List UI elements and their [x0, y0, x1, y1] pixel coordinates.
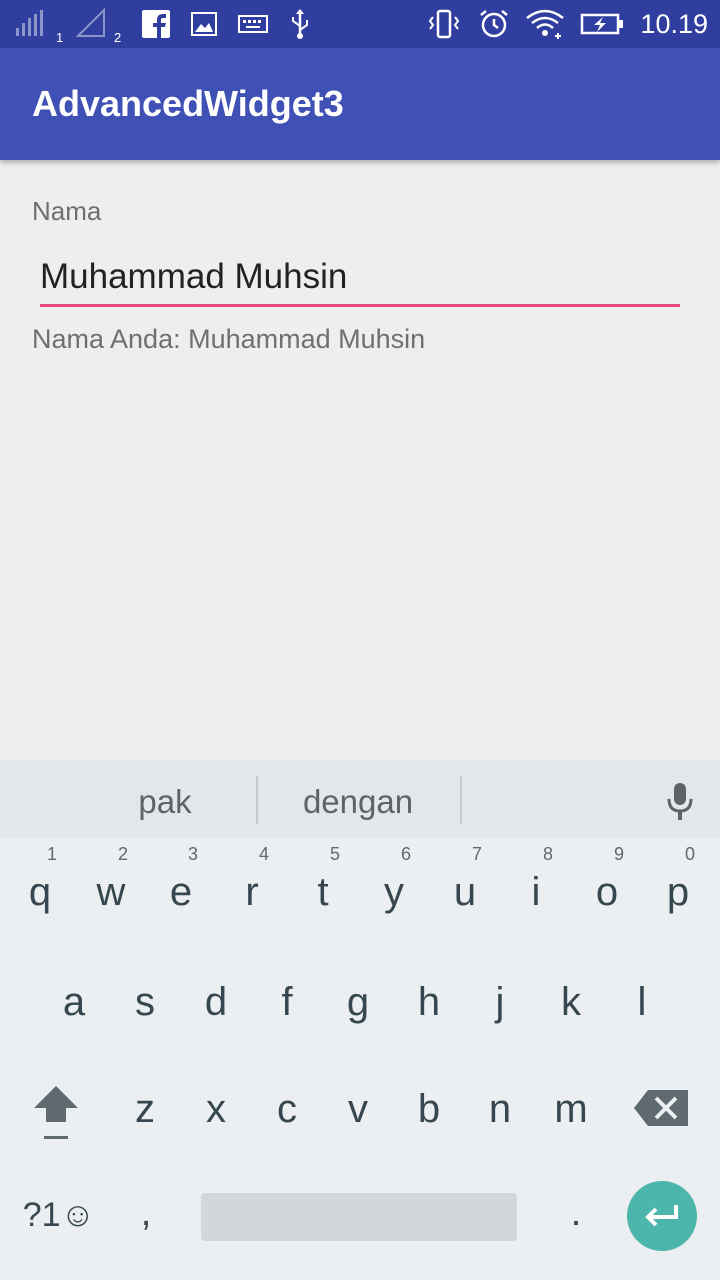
key-f[interactable]: f — [252, 960, 322, 1060]
key-label: p — [666, 870, 690, 914]
name-input[interactable] — [40, 250, 680, 307]
key-b[interactable]: b — [394, 1067, 464, 1167]
key-h[interactable]: h — [394, 960, 464, 1060]
key-e[interactable]: 3e — [146, 844, 216, 950]
wifi-icon — [524, 0, 566, 48]
key-hint: 6 — [401, 844, 412, 864]
backspace-icon — [634, 1090, 688, 1126]
key-label: u — [453, 870, 477, 914]
microphone-icon[interactable] — [650, 774, 710, 830]
key-hint: 4 — [259, 844, 270, 864]
suggestion-strip: pak dengan — [0, 760, 720, 838]
key-label: o — [595, 870, 619, 914]
key-label: j — [495, 980, 505, 1024]
key-j[interactable]: j — [465, 960, 535, 1060]
key-hint: 3 — [188, 844, 199, 864]
image-icon — [188, 0, 220, 48]
key-l[interactable]: l — [607, 960, 677, 1060]
key-label: m — [554, 1087, 588, 1131]
name-output-text: Nama Anda: Muhammad Muhsin — [32, 324, 426, 354]
key-label: i — [531, 870, 541, 914]
key-n[interactable]: n — [465, 1067, 535, 1167]
app-title: AdvancedWidget3 — [32, 83, 344, 124]
key-a[interactable]: a — [39, 960, 109, 1060]
space-key[interactable] — [201, 1193, 517, 1241]
comma-key[interactable]: , — [126, 1186, 166, 1240]
key-hint: 8 — [543, 844, 554, 864]
key-label: a — [62, 980, 86, 1024]
key-label: v — [348, 1087, 368, 1131]
key-i[interactable]: 8i — [501, 844, 571, 950]
key-label: t — [317, 870, 329, 914]
shift-arrow-icon — [34, 1086, 78, 1139]
key-c[interactable]: c — [252, 1067, 322, 1167]
key-s[interactable]: s — [110, 960, 180, 1060]
key-hint: 0 — [685, 844, 696, 864]
key-p[interactable]: 0p — [643, 844, 713, 950]
key-label: n — [488, 1087, 512, 1131]
key-g[interactable]: g — [323, 960, 393, 1060]
backspace-key[interactable] — [630, 1080, 694, 1136]
suggestion-1[interactable]: pak — [80, 760, 250, 838]
suggestion-divider — [256, 776, 258, 824]
facebook-icon — [140, 0, 172, 48]
keyboard-icon — [236, 0, 270, 48]
key-hint: 5 — [330, 844, 341, 864]
key-m[interactable]: m — [536, 1067, 606, 1167]
key-u[interactable]: 7u — [430, 844, 500, 950]
key-w[interactable]: 2w — [76, 844, 146, 950]
key-label: z — [135, 1087, 155, 1131]
key-label: x — [206, 1087, 226, 1131]
key-y[interactable]: 6y — [359, 844, 429, 950]
key-hint: 1 — [47, 844, 58, 864]
app-bar: AdvancedWidget3 — [0, 48, 720, 160]
key-hint: 9 — [614, 844, 625, 864]
name-label: Nama — [32, 196, 102, 226]
key-o[interactable]: 9o — [572, 844, 642, 950]
key-v[interactable]: v — [323, 1067, 393, 1167]
signal-sim1-icon: 1 — [14, 0, 64, 48]
key-x[interactable]: x — [181, 1067, 251, 1167]
usb-icon — [286, 0, 314, 48]
key-label: b — [417, 1087, 441, 1131]
period-key[interactable]: . — [556, 1186, 596, 1240]
enter-key[interactable] — [627, 1181, 697, 1251]
key-q[interactable]: 1q — [5, 844, 75, 950]
key-label: w — [96, 870, 126, 914]
key-label: k — [561, 980, 581, 1024]
key-t[interactable]: 5t — [288, 844, 358, 950]
suggestion-divider — [460, 776, 462, 824]
shift-key[interactable] — [20, 1070, 90, 1150]
key-hint: 7 — [472, 844, 483, 864]
sim2-label: 2 — [114, 30, 121, 44]
key-z[interactable]: z — [110, 1067, 180, 1167]
key-d[interactable]: d — [181, 960, 251, 1060]
status-bar: 1 2 10.19 — [0, 0, 720, 48]
key-label: f — [281, 980, 293, 1024]
key-label: y — [384, 870, 404, 914]
battery-charging-icon — [578, 0, 626, 48]
key-label: s — [135, 980, 155, 1024]
key-label: e — [169, 870, 193, 914]
key-label: l — [637, 980, 647, 1024]
key-label: g — [346, 980, 370, 1024]
key-r[interactable]: 4r — [217, 844, 287, 950]
key-label: r — [245, 870, 259, 914]
symbols-key[interactable]: ?1☺ — [14, 1190, 104, 1240]
key-hint: 2 — [118, 844, 129, 864]
key-label: h — [417, 980, 441, 1024]
key-label: d — [204, 980, 228, 1024]
key-label: q — [28, 870, 52, 914]
suggestion-2[interactable]: dengan — [262, 760, 454, 838]
alarm-icon — [476, 0, 512, 48]
key-label: c — [277, 1087, 297, 1131]
signal-sim2-icon: 2 — [76, 0, 126, 48]
key-k[interactable]: k — [536, 960, 606, 1060]
enter-arrow-icon — [645, 1205, 678, 1227]
vibrate-icon — [426, 0, 462, 48]
sim1-label: 1 — [56, 30, 63, 44]
status-time: 10.19 — [640, 9, 708, 39]
